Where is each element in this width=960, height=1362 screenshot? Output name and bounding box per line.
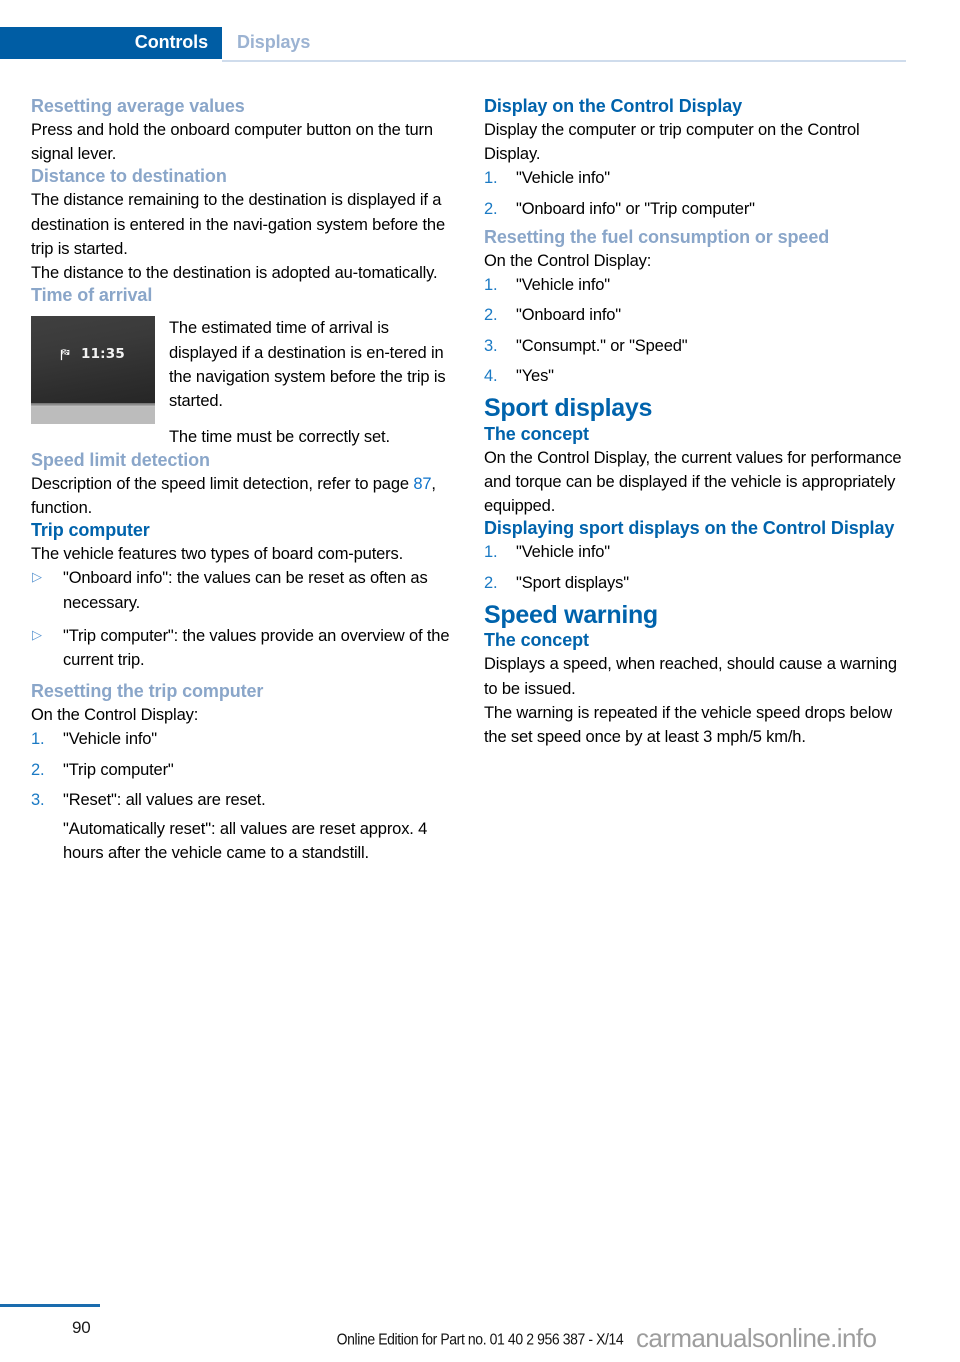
tab-displays[interactable]: Displays [237,32,310,53]
instrument-display-image: 11:35 [31,316,155,425]
list-item: "Onboard info" [484,303,622,328]
display-readout: 11:35 [59,346,125,362]
paragraph-trip-computer-intro: The vehicle features two types of board … [31,545,404,564]
heading-resetting-fuel-consumption: Resetting the fuel consumption or speed [484,226,830,247]
list-item: "Vehicle info" [484,540,611,565]
paragraph-resetting-trip-computer-intro: On the Control Display: [31,706,199,725]
speed-limit-text-prefix: Description of the speed limit detection… [31,474,414,493]
display-time-value: 11:35 [81,346,125,363]
page-reference-link[interactable]: 87 [413,475,431,493]
left-column: Resetting average values Press and hold … [31,96,451,872]
heading-sport-displays: Sport displays [484,394,653,423]
figure-time-of-arrival: 11:35 The estimated time of arrival is d… [31,316,451,449]
paragraph-arrival-2: The time must be correctly set. [169,428,390,447]
step-list-display: "Vehicle info" "Onboard info" or "Trip c… [484,166,904,221]
paragraph-speed-warning-2: The warning is repeated if the vehicle s… [484,703,893,747]
header-divider [222,60,906,62]
tab-controls[interactable]: Controls [0,27,222,59]
list-item: "Yes" [484,364,554,389]
list-item-text: "Reset": all values are reset. [63,790,266,809]
paragraph-speed-limit-detection: Description of the speed limit detection… [31,472,451,521]
heading-resetting-trip-computer: Resetting the trip computer [31,681,264,702]
list-item: "Onboard info": the values can be reset … [31,566,451,615]
list-item-continuation: "Automatically reset": all values are re… [63,820,428,863]
list-item: "Onboard info" or "Trip computer" [484,197,755,222]
right-column: Display on the Control Display Display t… [484,96,904,749]
paragraph-arrival-1: The estimated time of arrival is display… [169,319,446,411]
footer-rule [0,1304,100,1307]
list-item: "Trip computer": the values provide an o… [31,624,451,673]
paragraph-speed-warning-1: Displays a speed, when reached, should c… [484,655,897,698]
paragraph-display-on-control-display: Display the computer or trip computer on… [484,120,860,164]
step-list-resetting-fuel: "Vehicle info" "Onboard info" "Consumpt.… [484,273,904,388]
paragraph-distance-2: The distance to the destination is adopt… [31,264,438,283]
list-item: "Trip computer" [31,758,174,783]
figure-caption-text: The estimated time of arrival is display… [169,316,451,449]
paragraph-sport-concept: On the Control Display, the current valu… [484,448,902,516]
heading-sport-concept: The concept [484,423,589,444]
paragraph-resetting-fuel-intro: On the Control Display: [484,251,652,270]
paragraph-distance-1: The distance remaining to the destinatio… [31,191,445,258]
watermark-text: carmanualsonline.info [636,1323,877,1353]
list-item: "Vehicle info" [484,273,611,298]
heading-speed-warning-concept: The concept [484,630,589,651]
step-list-resetting-trip-computer: "Vehicle info" "Trip computer" "Reset": … [31,727,451,865]
heading-speed-limit-detection: Speed limit detection [31,449,210,470]
list-item: "Consumpt." or "Speed" [484,334,688,359]
heading-trip-computer: Trip computer [31,520,150,541]
heading-distance-to-destination: Distance to destination [31,166,227,187]
list-item: "Vehicle info" [484,166,611,191]
checkered-flag-icon [60,349,70,360]
bullet-list-trip-computer: "Onboard info": the values can be reset … [31,566,451,672]
heading-displaying-sport-displays: Displaying sport displays on the Control… [484,518,895,539]
page-header: Controls Displays [0,0,960,70]
heading-display-on-control-display: Display on the Control Display [484,96,743,116]
list-item: "Sport displays" [484,571,629,596]
tab-controls-label: Controls [134,32,208,52]
display-light-area [31,407,155,425]
heading-speed-warning: Speed warning [484,600,658,629]
step-list-displaying-sport: "Vehicle info" "Sport displays" [484,540,904,595]
heading-time-of-arrival: Time of arrival [31,285,153,306]
heading-resetting-average-values: Resetting average values [31,96,245,116]
list-item: "Vehicle info" [31,727,158,752]
paragraph-resetting-average-values: Press and hold the onboard computer butt… [31,120,433,164]
list-item: "Reset": all values are reset. "Automatic… [31,788,451,866]
